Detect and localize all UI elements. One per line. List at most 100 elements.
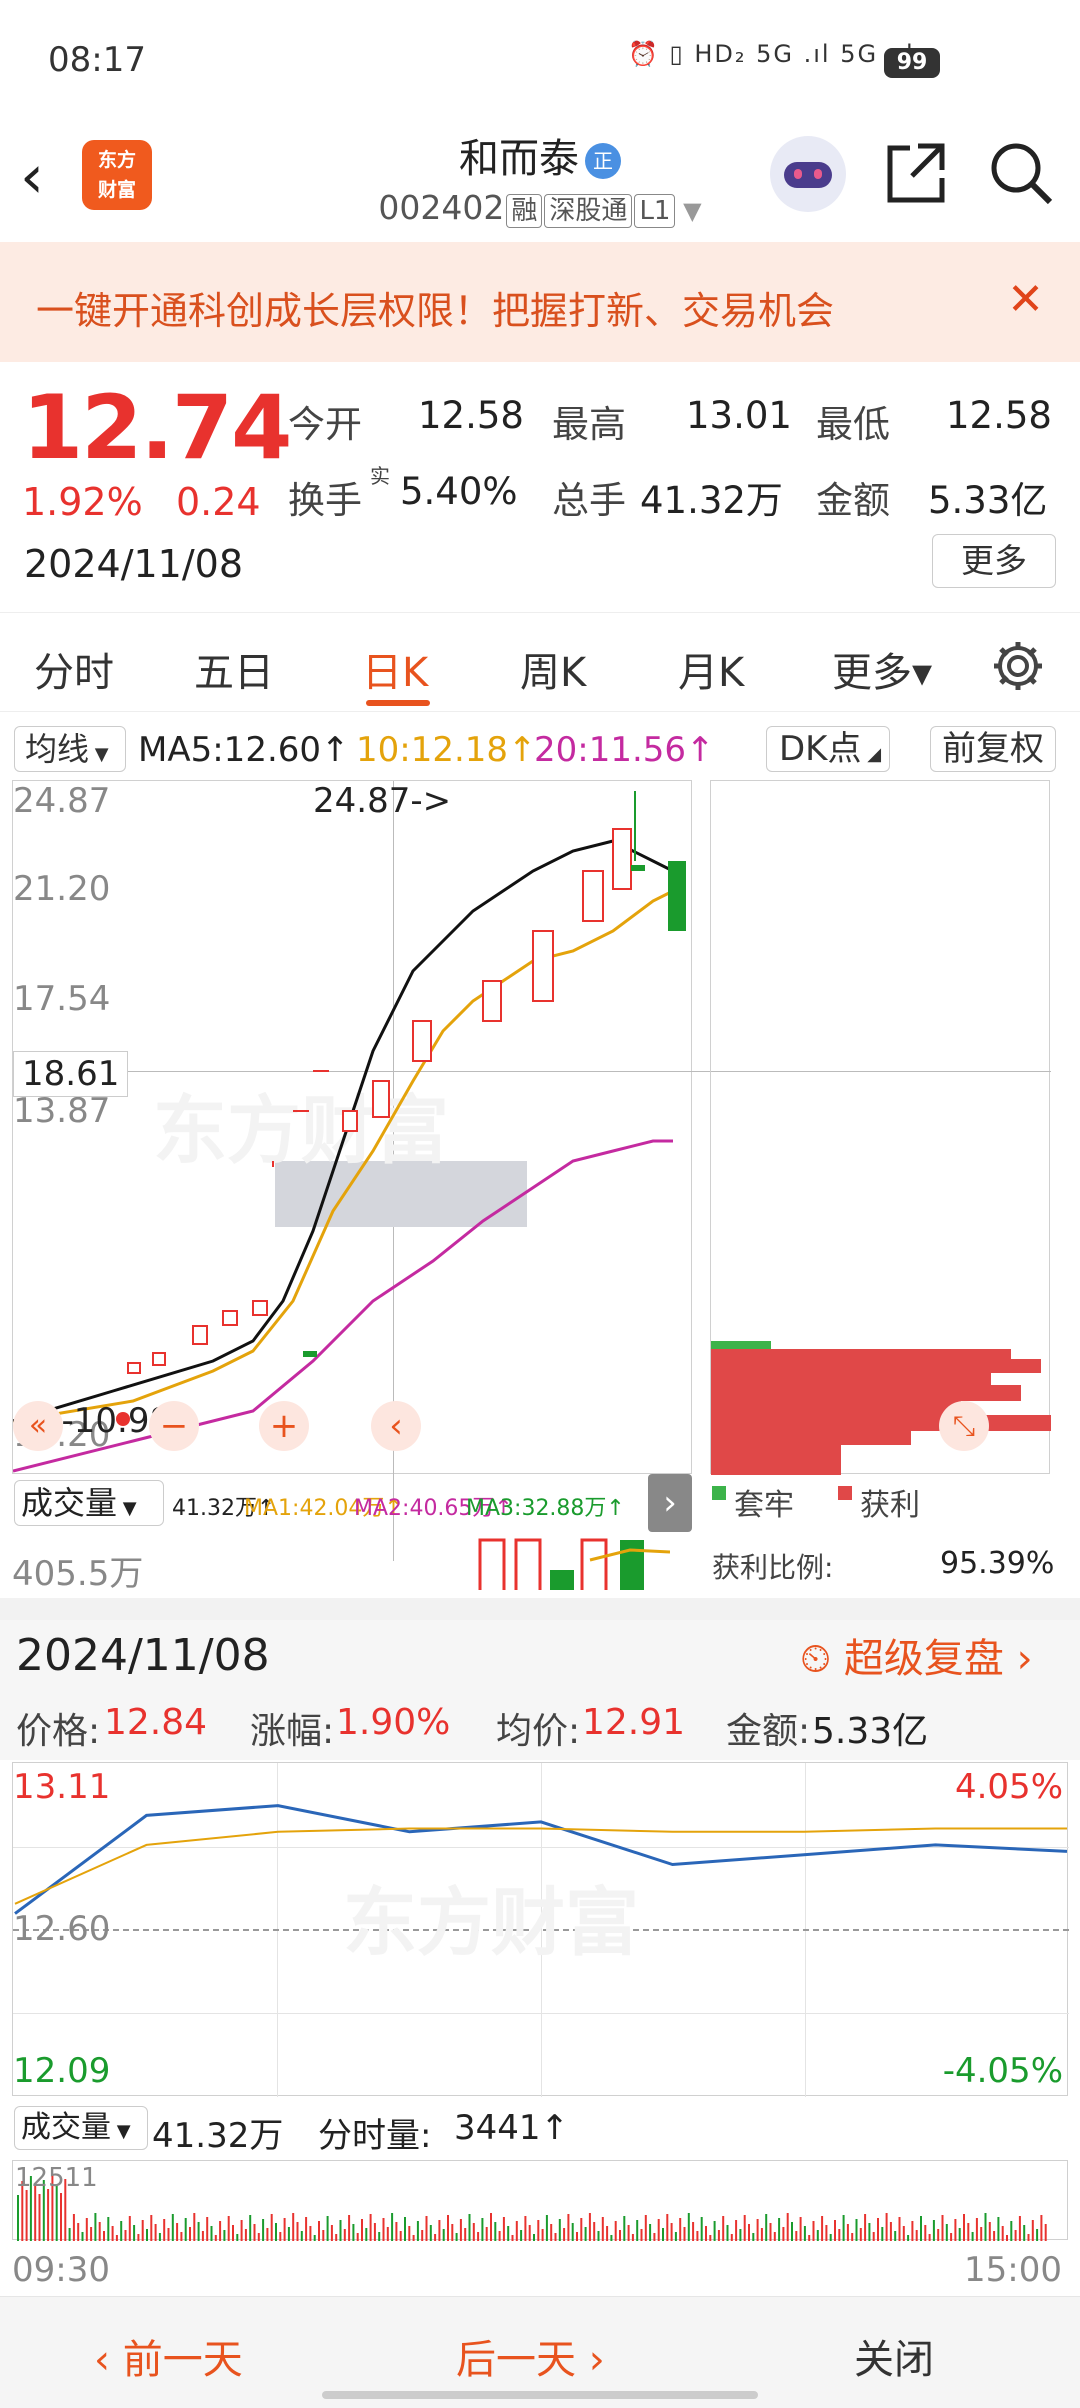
volume-bar: [980, 2227, 983, 2241]
volume-bar: [674, 2232, 677, 2241]
turnover-sup: 实: [370, 464, 390, 488]
promo-banner[interactable]: 一键开通科创成长层权限！把握打新、交易机会 ✕: [0, 242, 1080, 362]
volume-bar: [451, 2224, 454, 2241]
volume-bar: [455, 2233, 458, 2241]
share-icon[interactable]: [884, 140, 948, 206]
volume-bar: [563, 2228, 566, 2241]
volume-ma3: MA3:32.88万↑: [466, 1496, 625, 1521]
volume-bar: [769, 2223, 772, 2241]
volume-bar: [115, 2235, 118, 2241]
ma-select[interactable]: 均线 ▼: [14, 726, 126, 772]
volume-bar: [408, 2226, 411, 2241]
volume-bar: [644, 2215, 647, 2241]
volume-bar: [877, 2218, 879, 2241]
volume-bar: [335, 2234, 338, 2241]
volume-bar: [1036, 2229, 1039, 2241]
volume-select[interactable]: 成交量 ▼: [14, 1480, 164, 1526]
volume-bar: [98, 2222, 101, 2241]
volume-bar: [511, 2235, 514, 2241]
scroll-left-icon[interactable]: ‹: [371, 1401, 421, 1451]
volume-bar: [619, 2230, 621, 2241]
ma20-value: 20:11.56↑: [534, 730, 715, 770]
chip-distribution[interactable]: ⤡: [710, 780, 1051, 1475]
tab-weekly-k[interactable]: 周K: [520, 640, 586, 698]
volume-bar: [924, 2225, 927, 2241]
shrink-icon[interactable]: «: [13, 1401, 63, 1451]
intraday-plot: [14, 1804, 1068, 1915]
kline-chart[interactable]: 东方财富 24.87 21.20 17.54 13.87 10.20 18.61…: [12, 780, 1043, 1561]
tab-daily-k[interactable]: 日K: [362, 640, 428, 698]
y-label-4: 13.87: [13, 1091, 111, 1131]
volume-bar: [593, 2222, 596, 2241]
volume-bar: [1031, 2220, 1034, 2241]
intraday-chart[interactable]: 东方财富 13.11 12.60 12.09 4.05% -4.05%: [12, 1762, 1069, 2097]
volume-bar: [631, 2234, 634, 2241]
time-end: 15:00: [964, 2250, 1062, 2290]
banner-text: 一键开通科创成长层权限！把握打新、交易机会: [36, 289, 835, 333]
volume-bar: [94, 2213, 97, 2241]
volume-bar: [662, 2228, 664, 2241]
next-day-button[interactable]: 后一天 ›: [456, 2327, 605, 2385]
tab-monthly-k[interactable]: 月K: [678, 640, 744, 698]
intraday-series-0: [14, 1804, 1068, 1915]
legend-profit: 获利: [860, 1488, 920, 1523]
close-button[interactable]: 关闭: [854, 2327, 934, 2385]
y-label-top: 24.87: [13, 781, 111, 821]
volume-bar: [133, 2225, 136, 2241]
tab-intraday[interactable]: 分时: [34, 640, 114, 698]
more-button[interactable]: 更多: [932, 534, 1056, 588]
expand-icon[interactable]: ⤡: [939, 1401, 989, 1451]
volume-bar: [696, 2231, 699, 2241]
volume-bar: [937, 2229, 940, 2241]
ma5-value: MA5:12.60↑: [138, 730, 350, 770]
volume-bar: [352, 2224, 355, 2241]
volume-bar: [636, 2220, 639, 2241]
close-icon[interactable]: ✕: [1007, 274, 1044, 325]
volume-bar: [322, 2230, 325, 2241]
super-replay-link[interactable]: ⏲ 超级复盘 ›: [800, 1626, 1033, 1684]
volume-bar: [834, 2220, 836, 2241]
dk-point-button[interactable]: DK点 ◢: [766, 726, 890, 772]
volume-bar: [791, 2222, 793, 2241]
volume-bar: [68, 2228, 71, 2241]
dk-label: DK点: [779, 729, 862, 769]
volume-bar: [305, 2217, 308, 2241]
volume-bar: [911, 2221, 914, 2241]
volume-bar: [687, 2213, 690, 2241]
volume-bar: [128, 2216, 131, 2241]
intraday-volume-select[interactable]: 成交量 ▼: [14, 2106, 148, 2150]
volume-bar: [279, 2232, 282, 2241]
current-price: 12.74: [22, 376, 292, 479]
zoom-out-icon[interactable]: −: [149, 1401, 199, 1451]
volume-bar: [1001, 2226, 1004, 2241]
volume-bar: [111, 2226, 114, 2241]
distribution-plot: [711, 1341, 1051, 1475]
tab-five-day[interactable]: 五日: [194, 640, 274, 698]
volume-bar: [468, 2214, 471, 2241]
prev-day-button[interactable]: ‹ 前一天: [94, 2327, 243, 2385]
kline-plot: [13, 791, 686, 1473]
volume-bar: [515, 2221, 518, 2241]
volume-bar: [477, 2232, 480, 2241]
volume-bar: [197, 2222, 200, 2241]
volume-bar: [502, 2217, 505, 2241]
volume-bar: [47, 2189, 50, 2241]
volume-bar: [447, 2215, 449, 2241]
tab-more[interactable]: 更多▾: [832, 640, 932, 698]
robot-assistant-icon[interactable]: [770, 136, 846, 212]
search-icon[interactable]: [988, 140, 1054, 206]
volume-bar: [941, 2215, 944, 2241]
volume-bar: [1044, 2224, 1047, 2241]
volume-bar: [601, 2217, 604, 2241]
intraday-pct-high: 4.05%: [954, 1767, 1063, 1807]
volume-bar: [915, 2230, 918, 2241]
settings-gear-icon[interactable]: [990, 638, 1046, 694]
volume-bar: [210, 2226, 213, 2241]
zoom-in-icon[interactable]: +: [259, 1401, 309, 1451]
adjust-button[interactable]: 前复权: [930, 726, 1056, 772]
chevron-right-icon[interactable]: ›: [648, 1474, 692, 1532]
volume-bar: [984, 2213, 987, 2241]
volume-bar: [786, 2213, 789, 2241]
volume-bar: [808, 2235, 811, 2241]
volume-bar: [533, 2234, 535, 2241]
